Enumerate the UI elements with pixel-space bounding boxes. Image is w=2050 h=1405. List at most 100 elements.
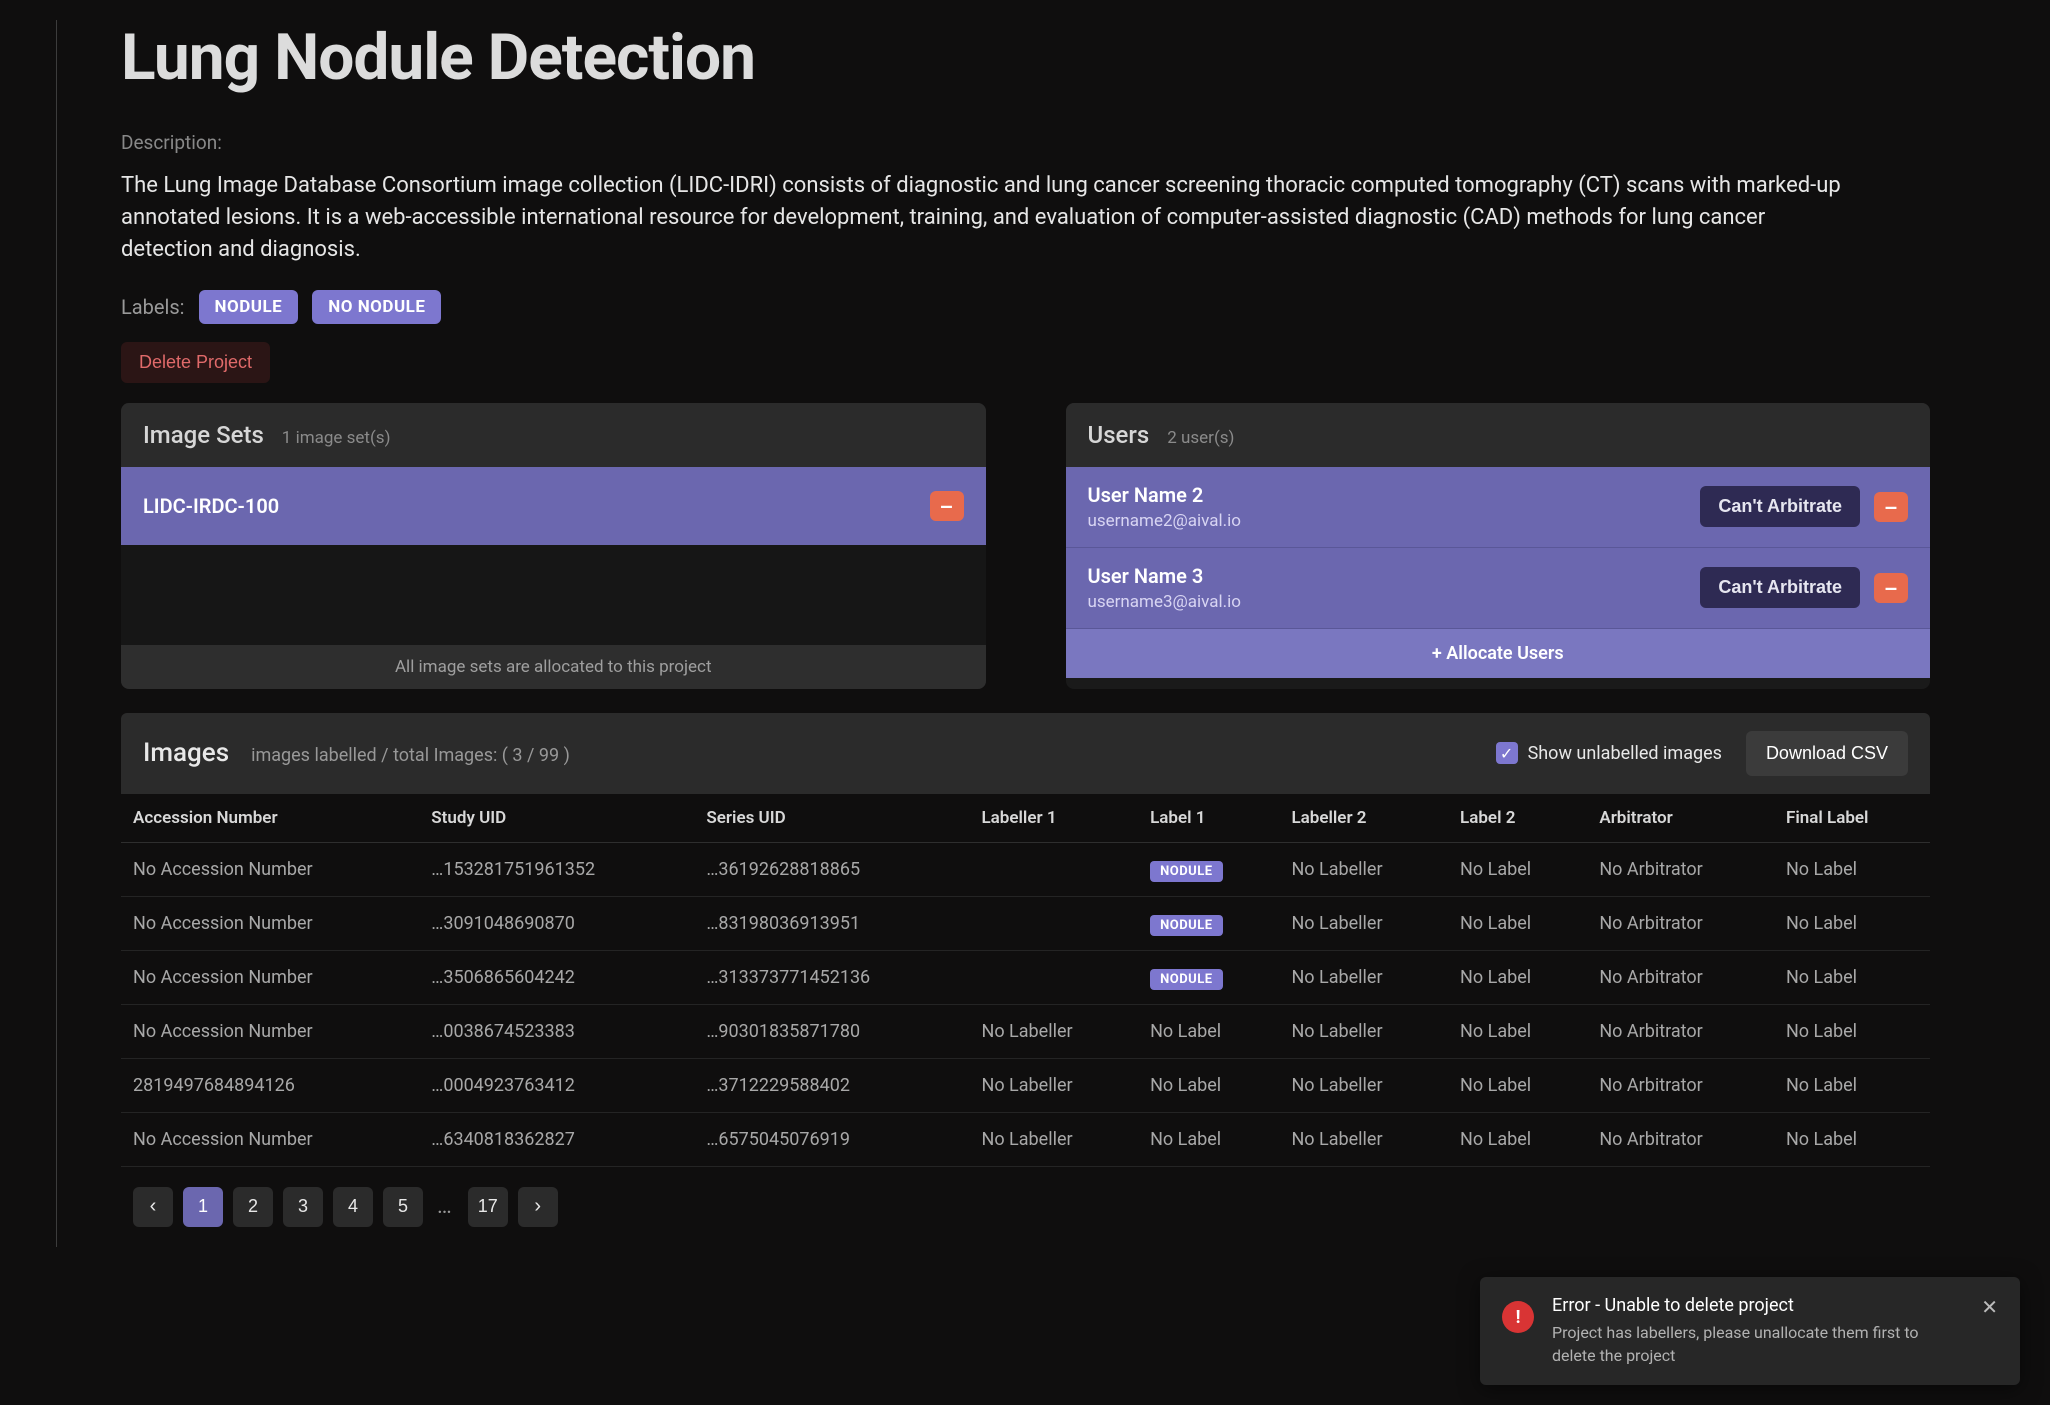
users-panel: Users 2 user(s) User Name 2 username2@ai… <box>1066 403 1931 689</box>
show-unlabelled-label: Show unlabelled images <box>1528 743 1722 764</box>
table-cell: No Label <box>1448 1112 1587 1166</box>
table-cell: No Label <box>1138 1004 1279 1058</box>
table-cell: No Arbitrator <box>1587 896 1774 950</box>
images-table: Accession Number Study UID Series UID La… <box>121 794 1930 1167</box>
table-cell: No Label <box>1138 1112 1279 1166</box>
label-tag: NODULE <box>1150 861 1223 882</box>
image-sets-panel: Image Sets 1 image set(s) LIDC-IRDC-100 … <box>121 403 986 689</box>
table-cell: …6340818362827 <box>419 1112 694 1166</box>
page-number-button[interactable]: 3 <box>283 1187 323 1227</box>
table-cell: No Label <box>1774 842 1930 896</box>
table-cell: No Label <box>1774 1112 1930 1166</box>
image-sets-count: 1 image set(s) <box>282 428 391 448</box>
table-cell: No Arbitrator <box>1587 1058 1774 1112</box>
page-ellipsis: … <box>433 1194 458 1219</box>
page-next-button[interactable]: › <box>518 1187 558 1227</box>
table-cell: No Labeller <box>1279 950 1448 1004</box>
page-title: Lung Nodule Detection <box>57 20 1930 95</box>
table-cell: No Label <box>1448 896 1587 950</box>
description-label: Description: <box>57 131 1930 154</box>
col-arbitrator: Arbitrator <box>1587 794 1774 843</box>
table-cell: NODULE <box>1138 842 1279 896</box>
table-cell: No Label <box>1774 896 1930 950</box>
image-sets-empty <box>121 545 986 645</box>
table-cell: No Label <box>1448 950 1587 1004</box>
page-number-button[interactable]: 5 <box>383 1187 423 1227</box>
table-cell: …3091048690870 <box>419 896 694 950</box>
table-row[interactable]: No Accession Number…3506865604242…313373… <box>121 950 1930 1004</box>
table-cell: 2819497684894126 <box>121 1058 419 1112</box>
table-cell: No Labeller <box>1279 1004 1448 1058</box>
label-tag: NODULE <box>1150 915 1223 936</box>
table-row[interactable]: No Accession Number…3091048690870…831980… <box>121 896 1930 950</box>
remove-user-button[interactable]: – <box>1874 492 1908 522</box>
cant-arbitrate-button[interactable]: Can't Arbitrate <box>1700 486 1860 527</box>
user-email: username3@aival.io <box>1088 592 1241 612</box>
table-cell: …3712229588402 <box>694 1058 969 1112</box>
label-chip[interactable]: NODULE <box>199 290 299 324</box>
table-cell: No Label <box>1448 1058 1587 1112</box>
table-cell: No Accession Number <box>121 896 419 950</box>
table-cell: No Arbitrator <box>1587 1004 1774 1058</box>
toast-close-button[interactable]: ✕ <box>1981 1295 1998 1320</box>
table-row[interactable]: No Accession Number…0038674523383…903018… <box>121 1004 1930 1058</box>
table-cell: NODULE <box>1138 950 1279 1004</box>
user-email: username2@aival.io <box>1088 511 1241 531</box>
pager: ‹ 12345 … 17 › <box>121 1167 1930 1247</box>
page-number-button[interactable]: 2 <box>233 1187 273 1227</box>
table-cell: NODULE <box>1138 896 1279 950</box>
table-cell: No Labeller <box>969 1004 1138 1058</box>
allocate-users-button[interactable]: + Allocate Users <box>1066 629 1931 678</box>
table-cell: No Labeller <box>1279 896 1448 950</box>
table-cell: …6575045076919 <box>694 1112 969 1166</box>
table-cell: No Label <box>1774 1004 1930 1058</box>
table-cell: No Accession Number <box>121 1112 419 1166</box>
table-cell: No Labeller <box>1279 842 1448 896</box>
table-row[interactable]: No Accession Number…6340818362827…657504… <box>121 1112 1930 1166</box>
table-cell: …0038674523383 <box>419 1004 694 1058</box>
user-row: User Name 3 username3@aival.io Can't Arb… <box>1066 548 1931 629</box>
table-cell: …0004923763412 <box>419 1058 694 1112</box>
images-sub: images labelled / total Images: ( 3 / 99… <box>251 745 570 766</box>
col-labeller2: Labeller 2 <box>1279 794 1448 843</box>
user-name: User Name 2 <box>1088 483 1241 507</box>
table-cell: No Label <box>1774 1058 1930 1112</box>
label-chip[interactable]: NO NODULE <box>312 290 441 324</box>
remove-user-button[interactable]: – <box>1874 573 1908 603</box>
error-toast: ! Error - Unable to delete project Proje… <box>1480 1277 2020 1385</box>
download-csv-button[interactable]: Download CSV <box>1746 731 1908 776</box>
table-cell: No Arbitrator <box>1587 950 1774 1004</box>
delete-project-button[interactable]: Delete Project <box>121 342 270 383</box>
users-title: Users <box>1088 421 1150 449</box>
image-sets-title: Image Sets <box>143 421 264 449</box>
description-body: The Lung Image Database Consortium image… <box>57 170 1857 266</box>
image-set-row[interactable]: LIDC-IRDC-100 – <box>121 467 986 545</box>
toast-title: Error - Unable to delete project <box>1552 1295 1963 1316</box>
show-unlabelled-toggle[interactable]: ✓ Show unlabelled images <box>1496 742 1722 764</box>
page-number-button[interactable]: 4 <box>333 1187 373 1227</box>
table-cell: No Label <box>1138 1058 1279 1112</box>
table-row[interactable]: No Accession Number…153281751961352…3619… <box>121 842 1930 896</box>
labels-row: Labels: NODULE NO NODULE <box>57 290 1930 324</box>
table-row[interactable]: 2819497684894126…0004923763412…371222958… <box>121 1058 1930 1112</box>
table-cell: No Arbitrator <box>1587 1112 1774 1166</box>
table-cell: …153281751961352 <box>419 842 694 896</box>
table-cell: No Accession Number <box>121 842 419 896</box>
cant-arbitrate-button[interactable]: Can't Arbitrate <box>1700 567 1860 608</box>
table-cell: No Accession Number <box>121 950 419 1004</box>
image-sets-footer: All image sets are allocated to this pro… <box>121 645 986 689</box>
labels-title: Labels: <box>121 295 185 319</box>
page-last-button[interactable]: 17 <box>468 1187 508 1227</box>
users-count: 2 user(s) <box>1167 428 1234 448</box>
table-cell: No Labeller <box>969 1058 1138 1112</box>
table-cell <box>969 842 1138 896</box>
table-cell: No Arbitrator <box>1587 842 1774 896</box>
checkbox-icon: ✓ <box>1496 742 1518 764</box>
page-prev-button[interactable]: ‹ <box>133 1187 173 1227</box>
page-number-button[interactable]: 1 <box>183 1187 223 1227</box>
table-cell: No Accession Number <box>121 1004 419 1058</box>
toast-message: Project has labellers, please unallocate… <box>1552 1322 1963 1367</box>
images-panel: Images images labelled / total Images: (… <box>121 713 1930 1247</box>
remove-set-button[interactable]: – <box>930 491 964 521</box>
table-cell <box>969 950 1138 1004</box>
